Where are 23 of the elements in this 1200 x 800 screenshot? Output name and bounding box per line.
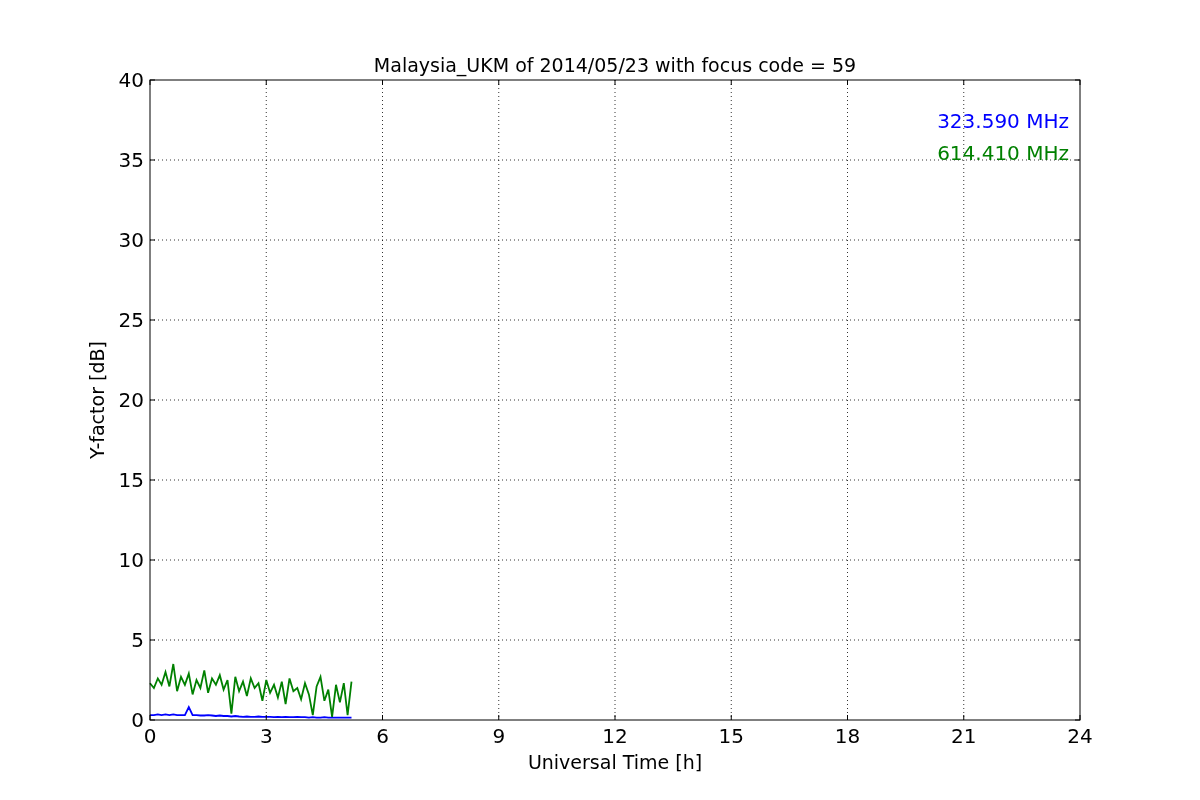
x-tick-label: 24	[1067, 724, 1093, 748]
x-tick-label: 0	[143, 724, 157, 748]
x-tick-label: 21	[951, 724, 977, 748]
y-tick-label: 5	[131, 628, 144, 652]
x-tick-label: 12	[602, 724, 628, 748]
y-tick-label: 40	[118, 68, 144, 92]
y-tick-label: 30	[118, 228, 144, 252]
x-tick-label: 6	[376, 724, 389, 748]
legend-label: 323.590 MHz	[937, 109, 1069, 133]
x-tick-label: 18	[834, 724, 861, 748]
x-tick-label: 9	[492, 724, 506, 748]
y-tick-label: 15	[118, 468, 144, 492]
chart-title: Malaysia_UKM of 2014/05/23 with focus code = 59	[373, 54, 857, 76]
y-axis-label: Y-factor [dB]	[86, 341, 108, 459]
y-tick-label: 10	[118, 548, 144, 572]
legend-label: 614.410 MHz	[937, 141, 1069, 165]
y-tick-label: 25	[118, 308, 144, 332]
x-axis-label: Universal Time [h]	[527, 751, 703, 773]
x-tick-label: 15	[718, 724, 744, 748]
y-tick-label: 20	[118, 388, 144, 412]
y-tick-label: 35	[118, 148, 144, 172]
y-tick-label: 0	[131, 708, 144, 732]
x-tick-label: 3	[259, 724, 273, 748]
